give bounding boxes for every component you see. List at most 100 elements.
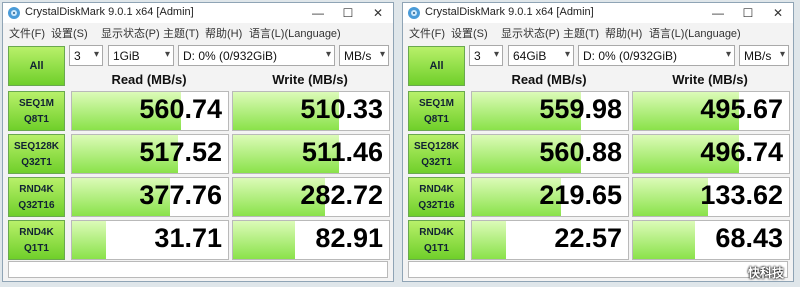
drive-select[interactable]: D: 0% (0/932GiB) ▾ — [178, 45, 335, 66]
menu-item[interactable]: 语言(L)(Language) — [249, 25, 341, 41]
menu-item[interactable]: 帮助(H) — [205, 25, 242, 41]
test-queue: Q8T1 — [423, 114, 449, 125]
read-result-cell: 377.76 — [71, 177, 229, 217]
unit-select[interactable]: MB/s ▾ — [739, 45, 789, 66]
test-button[interactable]: SEQ1M Q8T1 — [8, 91, 65, 131]
read-result-cell: 22.57 — [471, 220, 629, 260]
crystaldiskmark-app-icon — [7, 6, 21, 20]
minimize-icon[interactable]: — — [303, 3, 333, 23]
test-button[interactable]: RND4K Q1T1 — [408, 220, 465, 260]
read-column-header: Read (MB/s) — [111, 72, 187, 87]
read-result-cell: 559.98 — [471, 91, 629, 131]
test-size-select-value: 1GiB — [113, 49, 140, 63]
read-result-value: 517.52 — [139, 137, 222, 167]
title-bar[interactable]: CrystalDiskMark 9.0.1 x64 [Admin] — ☐ ✕ — [403, 3, 793, 23]
write-result-cell: 496.74 — [632, 134, 790, 174]
read-result-bar — [472, 221, 507, 259]
comment-input[interactable] — [408, 261, 788, 278]
test-queue: Q8T1 — [23, 114, 49, 125]
test-button[interactable]: SEQ128K Q32T1 — [408, 134, 465, 174]
write-result-value: 510.33 — [300, 94, 383, 124]
read-result-value: 219.65 — [539, 180, 622, 210]
chevron-down-icon: ▾ — [379, 49, 385, 60]
test-size-select[interactable]: 64GiB ▾ — [508, 45, 574, 66]
maximize-icon[interactable]: ☐ — [733, 3, 763, 23]
menu-item[interactable]: 帮助(H) — [605, 25, 642, 41]
test-button[interactable]: RND4K Q32T16 — [8, 177, 65, 217]
write-result-cell: 133.62 — [632, 177, 790, 217]
read-result-cell: 31.71 — [71, 220, 229, 260]
test-button[interactable]: SEQ128K Q32T1 — [8, 134, 65, 174]
test-count-select-value: 3 — [74, 49, 81, 63]
write-result-bar — [633, 221, 696, 259]
read-result-value: 377.76 — [139, 180, 222, 210]
chevron-down-icon: ▾ — [325, 49, 331, 60]
test-name: RND4K — [419, 184, 454, 195]
test-size-select[interactable]: 1GiB ▾ — [108, 45, 174, 66]
read-result-cell: 517.52 — [71, 134, 229, 174]
chevron-down-icon: ▾ — [164, 49, 170, 60]
unit-select-value: MB/s — [744, 49, 772, 63]
maximize-icon[interactable]: ☐ — [333, 3, 363, 23]
write-result-cell: 68.43 — [632, 220, 790, 260]
run-all-button[interactable]: All — [8, 46, 65, 86]
read-result-value: 559.98 — [539, 94, 622, 124]
test-name: SEQ1M — [18, 98, 54, 109]
test-count-select[interactable]: 3 ▾ — [469, 45, 503, 66]
menu-item[interactable]: 设置(S) — [51, 25, 88, 41]
menu-bar: 文件(F) 设置(S) 显示状态(P) 主题(T) 帮助(H) 语言(L)(Languag… — [3, 23, 393, 41]
drive-select-value: D: 0% (0/932GiB) — [583, 49, 678, 63]
unit-select-value: MB/s — [344, 49, 372, 63]
menu-item[interactable]: 语言(L)(Language) — [649, 25, 741, 41]
test-name: RND4K — [419, 227, 454, 238]
test-name: RND4K — [19, 184, 54, 195]
test-name: RND4K — [19, 227, 54, 238]
write-result-bar — [633, 178, 708, 216]
menu-item[interactable]: 文件(F) — [409, 25, 445, 41]
watermark: 快科技 — [748, 266, 785, 280]
chevron-down-icon: ▾ — [493, 49, 499, 60]
menu-bar: 文件(F) 设置(S) 显示状态(P) 主题(T) 帮助(H) 语言(L)(Languag… — [403, 23, 793, 41]
chevron-down-icon: ▾ — [93, 49, 99, 60]
menu-item[interactable]: 显示状态(P) — [101, 25, 160, 41]
menu-item[interactable]: 主题(T) — [163, 25, 199, 41]
drive-select-value: D: 0% (0/932GiB) — [183, 49, 278, 63]
menu-item[interactable]: 文件(F) — [9, 25, 45, 41]
crystaldiskmark-app-icon — [407, 6, 421, 20]
menu-item[interactable]: 设置(S) — [451, 25, 488, 41]
read-result-value: 560.88 — [539, 137, 622, 167]
drive-select[interactable]: D: 0% (0/932GiB) ▾ — [578, 45, 735, 66]
test-count-select[interactable]: 3 ▾ — [69, 45, 103, 66]
title-bar[interactable]: CrystalDiskMark 9.0.1 x64 [Admin] — ☐ ✕ — [3, 3, 393, 23]
write-result-cell: 511.46 — [232, 134, 390, 174]
test-button[interactable]: SEQ1M Q8T1 — [408, 91, 465, 131]
cdm-window-2: CrystalDiskMark 9.0.1 x64 [Admin] — ☐ ✕ 文件(F… — [402, 2, 794, 282]
window-title: CrystalDiskMark 9.0.1 x64 [Admin] — [425, 6, 594, 18]
test-name: SEQ128K — [413, 141, 460, 152]
test-queue: Q1T1 — [423, 243, 449, 254]
cdm-window-1: CrystalDiskMark 9.0.1 x64 [Admin] — ☐ ✕ 文件(F… — [2, 2, 394, 282]
test-queue: Q1T1 — [23, 243, 49, 254]
close-icon[interactable]: ✕ — [763, 3, 793, 23]
comment-input[interactable] — [8, 261, 388, 278]
test-count-select-value: 3 — [474, 49, 481, 63]
write-result-cell: 495.67 — [632, 91, 790, 131]
write-result-cell: 82.91 — [232, 220, 390, 260]
unit-select[interactable]: MB/s ▾ — [339, 45, 389, 66]
minimize-icon[interactable]: — — [703, 3, 733, 23]
read-result-bar — [72, 221, 107, 259]
menu-item[interactable]: 显示状态(P) — [501, 25, 560, 41]
test-queue: Q32T1 — [21, 157, 52, 168]
read-result-value: 31.71 — [154, 223, 222, 253]
run-all-button[interactable]: All — [408, 46, 465, 86]
read-result-cell: 219.65 — [471, 177, 629, 217]
write-result-value: 495.67 — [700, 94, 783, 124]
write-result-value: 82.91 — [315, 223, 383, 253]
write-result-value: 511.46 — [301, 137, 383, 167]
close-icon[interactable]: ✕ — [363, 3, 393, 23]
test-size-select-value: 64GiB — [513, 49, 547, 63]
chevron-down-icon: ▾ — [779, 49, 785, 60]
menu-item[interactable]: 主题(T) — [563, 25, 599, 41]
test-button[interactable]: RND4K Q32T16 — [408, 177, 465, 217]
test-button[interactable]: RND4K Q1T1 — [8, 220, 65, 260]
